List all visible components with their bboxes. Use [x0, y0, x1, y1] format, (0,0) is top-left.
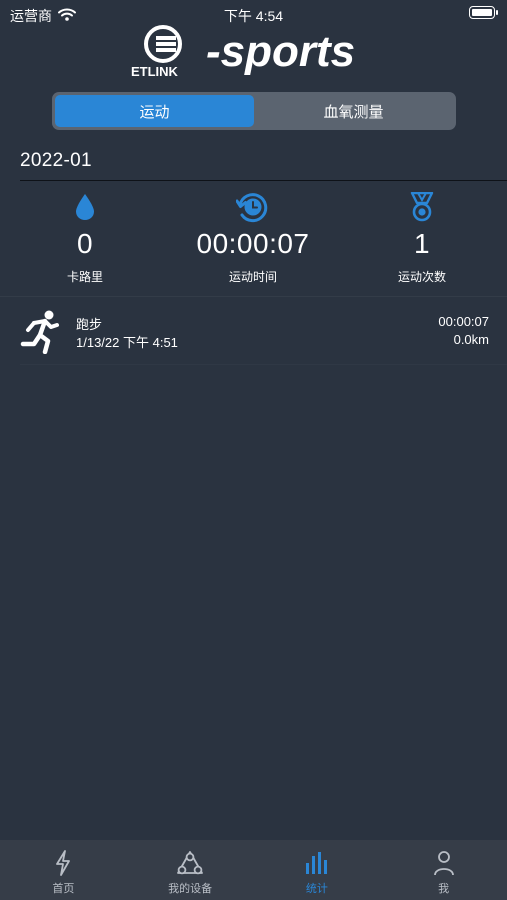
app-logo: ETLINK -sports: [0, 22, 507, 82]
duration-label: 运动时间: [228, 270, 277, 284]
count-value: 1: [413, 228, 431, 259]
etlink-logo-icon: [144, 25, 182, 63]
tab-statistics-label: 统计: [305, 883, 328, 895]
person-icon: [433, 848, 455, 878]
tab-my-devices-label: 我的设备: [168, 883, 213, 895]
stats-summary: 0 卡路里 00:00:07 运动时间 1 运动次数: [0, 188, 507, 288]
app-screen: 运营商 下午 4:54 ETLINK -sports 运动 血氧测量 2022-…: [0, 0, 507, 900]
battery-icon: [469, 6, 498, 19]
record-datetime: 1/13/22 下午 4:51: [76, 335, 178, 350]
bar-chart-icon: [305, 848, 329, 878]
clock-refresh-icon: [173, 188, 333, 226]
duration-value: 00:00:07: [196, 228, 310, 259]
segment-blood-oxygen[interactable]: 血氧测量: [254, 95, 453, 127]
stat-duration: 00:00:07 运动时间: [173, 188, 333, 285]
divider: [0, 296, 507, 297]
calories-label: 卡路里: [66, 270, 103, 284]
lightning-icon: [54, 848, 72, 878]
tab-home-label: 首页: [52, 883, 75, 895]
water-drop-icon: [5, 188, 165, 226]
record-distance: 0.0km: [453, 332, 489, 347]
record-duration: 00:00:07: [438, 314, 489, 329]
tab-my-devices[interactable]: 我的设备: [127, 840, 254, 900]
stat-calories: 0 卡路里: [5, 188, 165, 285]
tab-bar: 首页 我的设备 统计 我: [0, 840, 507, 900]
logo-brand-text: ETLINK: [131, 64, 179, 79]
devices-icon: [176, 848, 204, 878]
record-type: 跑步: [76, 317, 103, 332]
running-icon: [18, 310, 64, 355]
workout-record-row[interactable]: 跑步 1/13/22 下午 4:51 00:00:07 0.0km: [0, 300, 507, 362]
segment-exercise[interactable]: 运动: [55, 95, 254, 127]
calories-value: 0: [76, 228, 94, 259]
tab-statistics[interactable]: 统计: [254, 840, 381, 900]
tab-me-label: 我: [438, 883, 450, 895]
stat-count: 1 运动次数: [342, 188, 502, 285]
tab-home[interactable]: 首页: [0, 840, 127, 900]
logo-product-text: -sports: [206, 27, 355, 76]
segmented-control: 运动 血氧测量: [52, 92, 456, 130]
tab-me[interactable]: 我: [380, 840, 507, 900]
divider: [20, 180, 507, 181]
divider: [20, 364, 507, 365]
count-label: 运动次数: [397, 270, 446, 284]
month-label: 2022-01: [20, 150, 92, 171]
medal-icon: [342, 188, 502, 226]
